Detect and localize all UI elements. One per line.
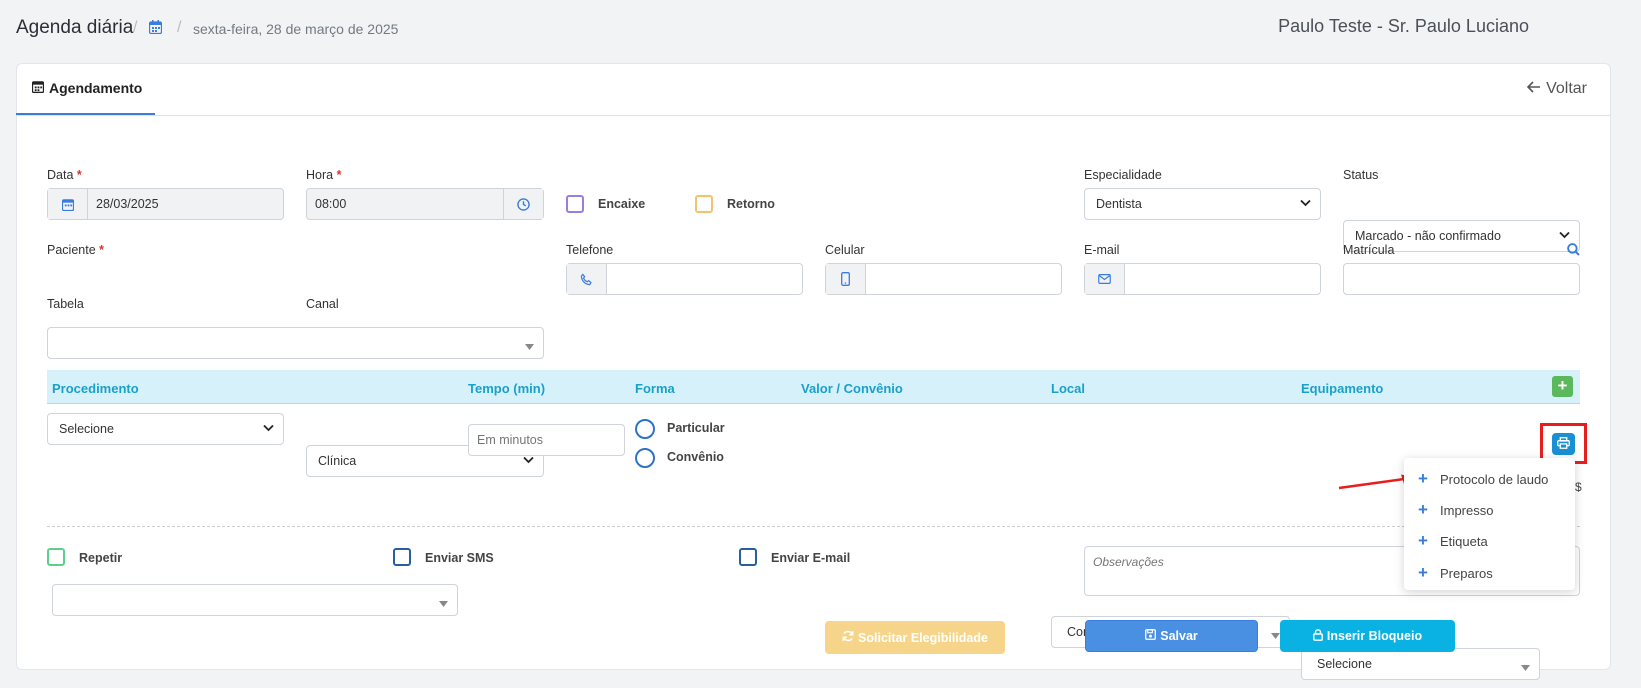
hora-label: Hora * <box>306 168 342 182</box>
date-value: 28/03/2025 <box>96 197 159 211</box>
status-label: Status <box>1343 168 1379 182</box>
print-menu: + Protocolo de laudo + Impresso + Etiqueta … <box>1404 458 1575 590</box>
canal-label: Canal <box>306 297 339 311</box>
plus-icon: + <box>1418 563 1428 582</box>
header-procedimento: Procedimento <box>52 381 139 396</box>
clock-icon[interactable] <box>503 189 543 219</box>
save-button[interactable]: Salvar <box>1085 620 1258 652</box>
procedure-select[interactable] <box>52 584 458 616</box>
matricula-field[interactable] <box>1343 263 1580 295</box>
especialidade-label: Especialidade <box>1084 168 1162 182</box>
lock-icon <box>1313 628 1323 644</box>
menu-item-impresso[interactable]: + Impresso <box>1418 500 1493 520</box>
breadcrumb-date: sexta-feira, 28 de março de 2025 <box>193 21 399 37</box>
header-equipamento: Equipamento <box>1301 381 1384 396</box>
save-label: Salvar <box>1160 629 1198 643</box>
menu-item-preparos[interactable]: + Preparos <box>1418 563 1493 583</box>
data-label: Data * <box>47 168 82 182</box>
paciente-label: Paciente * <box>47 243 105 257</box>
calendar-icon <box>31 80 45 96</box>
chevron-down-icon <box>1559 228 1570 242</box>
caret-down-icon <box>1271 628 1280 642</box>
breadcrumb-separator: / <box>177 19 182 36</box>
convenio-label: Convênio <box>667 450 724 464</box>
time-value: 08:00 <box>315 197 347 211</box>
retorno-checkbox[interactable] <box>695 195 713 213</box>
save-icon <box>1145 629 1157 643</box>
particular-label: Particular <box>667 421 725 435</box>
telefone-label: Telefone <box>566 243 614 257</box>
email-checkbox[interactable] <box>739 548 757 566</box>
matricula-label: Matrícula <box>1343 243 1395 257</box>
chevron-down-icon <box>263 421 274 435</box>
tab-agendamento[interactable]: Agendamento <box>16 63 155 115</box>
search-icon[interactable] <box>1567 243 1580 259</box>
header-valor: Valor / Convênio <box>801 381 903 396</box>
phone-field[interactable] <box>566 263 803 295</box>
currency-symbol: $ <box>1575 480 1582 494</box>
celular-label: Celular <box>825 243 865 257</box>
equipment-select[interactable]: Selecione <box>1301 648 1540 680</box>
printer-icon <box>1557 436 1570 452</box>
add-procedure-button[interactable]: + <box>1552 376 1573 397</box>
print-button[interactable] <box>1552 433 1575 455</box>
email-field[interactable] <box>1084 263 1321 295</box>
plus-icon: + <box>1418 500 1428 519</box>
mobile-field[interactable] <box>825 263 1062 295</box>
plus-icon: + <box>1418 469 1428 488</box>
especialidade-select[interactable]: Dentista <box>1084 188 1321 220</box>
menu-item-etiqueta[interactable]: + Etiqueta <box>1418 531 1488 551</box>
refresh-icon <box>842 630 854 645</box>
insert-block-label: Inserir Bloqueio <box>1326 629 1423 643</box>
user-name: Paulo Teste - Sr. Paulo Luciano <box>1278 16 1529 36</box>
eligibility-button[interactable]: Solicitar Elegibilidade <box>825 621 1005 654</box>
duration-input[interactable] <box>468 424 625 456</box>
time-field[interactable]: 08:00 <box>306 188 544 220</box>
eligibility-label: Solicitar Elegibilidade <box>858 630 988 645</box>
back-link[interactable]: Voltar <box>1526 80 1587 98</box>
caret-down-icon <box>439 596 448 610</box>
back-label: Voltar <box>1546 80 1587 97</box>
email-option-label: Enviar E-mail <box>771 551 851 565</box>
header-forma: Forma <box>635 381 675 396</box>
retorno-label: Retorno <box>727 197 775 211</box>
plus-icon: + <box>1418 531 1428 550</box>
sms-checkbox[interactable] <box>393 548 411 566</box>
calendar-icon[interactable] <box>48 189 88 219</box>
insert-block-button[interactable]: Inserir Bloqueio <box>1280 620 1455 652</box>
encaixe-label: Encaixe <box>598 197 646 211</box>
section-divider <box>47 526 1580 527</box>
calendar-icon[interactable] <box>148 20 163 37</box>
mobile-icon <box>826 264 866 294</box>
breadcrumb-separator: / <box>133 19 138 36</box>
header-local: Local <box>1051 381 1085 396</box>
repetir-label: Repetir <box>79 551 123 565</box>
caret-down-icon <box>525 339 534 353</box>
envelope-icon <box>1085 264 1125 294</box>
caret-down-icon <box>1521 660 1530 674</box>
tab-label: Agendamento <box>49 80 143 96</box>
sms-label: Enviar SMS <box>425 551 494 565</box>
email-label: E-mail <box>1084 243 1120 257</box>
tabela-select[interactable]: Selecione <box>47 413 284 445</box>
tab-divider <box>16 115 1611 116</box>
date-field[interactable]: 28/03/2025 <box>47 188 284 220</box>
chevron-down-icon <box>1300 196 1311 210</box>
repetir-checkbox[interactable] <box>47 548 65 566</box>
tabela-label: Tabela <box>47 297 84 311</box>
page-title: Agenda diária <box>16 17 134 38</box>
phone-icon <box>567 264 607 294</box>
header-tempo: Tempo (min) <box>468 381 546 396</box>
encaixe-checkbox[interactable] <box>566 195 584 213</box>
particular-radio[interactable] <box>635 419 655 439</box>
patient-select[interactable] <box>47 327 544 359</box>
convenio-radio[interactable] <box>635 448 655 468</box>
arrow-left-icon <box>1526 80 1541 98</box>
menu-item-protocolo[interactable]: + Protocolo de laudo <box>1418 469 1548 489</box>
